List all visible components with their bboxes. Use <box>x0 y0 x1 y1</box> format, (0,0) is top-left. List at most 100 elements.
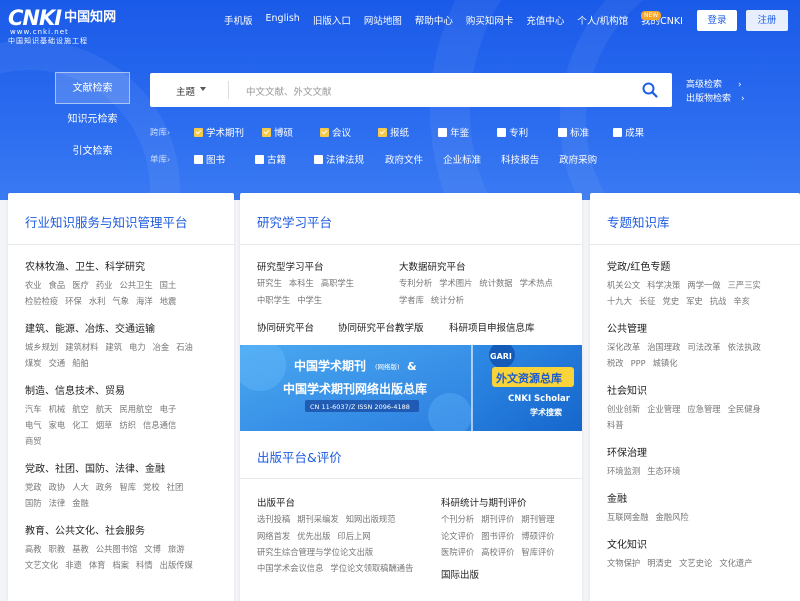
link-item[interactable]: 医疗 <box>72 277 89 293</box>
project-info-link[interactable]: 科研项目申报信息库 <box>449 320 535 334</box>
link-item[interactable]: 国土 <box>160 277 177 293</box>
link-item[interactable]: 司法改革 <box>687 339 720 355</box>
nav-personal-library[interactable]: 个人/机构馆 <box>577 13 628 27</box>
link-item[interactable]: 出版传媒 <box>160 557 193 573</box>
link-item[interactable]: 科情 <box>136 557 153 573</box>
nav-old-version[interactable]: 旧版入口 <box>313 13 351 27</box>
link-item[interactable]: 应急管理 <box>687 401 720 417</box>
link-item[interactable]: 文艺文化 <box>25 557 58 573</box>
link-item[interactable]: PPP <box>631 355 646 371</box>
link-item[interactable]: 中学生 <box>297 295 322 305</box>
checkbox-achievement[interactable]: 成果 <box>613 125 644 139</box>
link-item[interactable]: 抗战 <box>710 293 727 309</box>
link-item[interactable]: 基教 <box>72 541 89 557</box>
link-item[interactable]: 法律 <box>49 495 66 511</box>
link-item[interactable]: 知网出版规范 <box>346 514 396 524</box>
category-title[interactable]: 教育、公共文化、社会服务 <box>25 525 200 539</box>
link-item[interactable]: 研究生 <box>257 278 282 288</box>
link-item[interactable]: 非遗 <box>65 557 82 573</box>
link-item[interactable]: 党政 <box>25 479 42 495</box>
big-data-platform-link[interactable]: 大数据研究平台 <box>399 259 466 273</box>
category-title[interactable]: 文化知识 <box>607 539 760 553</box>
link-item[interactable]: 气象 <box>112 293 129 309</box>
link-item[interactable]: 高校评价 <box>481 547 514 557</box>
link-item[interactable]: 论文评价 <box>441 531 474 541</box>
link-item[interactable]: 党史 <box>663 293 680 309</box>
link-item[interactable]: 社团 <box>167 479 184 495</box>
link-enterprise-std[interactable]: 企业标准 <box>443 152 481 166</box>
link-item[interactable]: 两学一做 <box>687 277 720 293</box>
link-item[interactable]: 职教 <box>49 541 66 557</box>
link-item[interactable]: 十九大 <box>607 293 632 309</box>
link-item[interactable]: 机关公文 <box>607 277 640 293</box>
link-item[interactable]: 公共图书馆 <box>96 541 138 557</box>
category-title[interactable]: 建筑、能源、冶炼、交通运输 <box>25 323 200 337</box>
link-item[interactable]: 汽车 <box>25 401 42 417</box>
link-item[interactable]: 文物保护 <box>607 555 640 571</box>
link-item[interactable]: 智库 <box>119 479 136 495</box>
intl-publish-link[interactable]: 国际出版 <box>441 567 479 581</box>
link-item[interactable]: 城镇化 <box>653 355 678 371</box>
link-item[interactable]: 文艺史论 <box>679 555 712 571</box>
link-item[interactable]: 旅游 <box>168 541 185 557</box>
category-title[interactable]: 制造、信息技术、贸易 <box>25 385 183 399</box>
link-item[interactable]: 船舶 <box>72 355 89 371</box>
link-item[interactable]: 博硕评价 <box>521 531 554 541</box>
category-title[interactable]: 党政/红色专题 <box>607 261 768 275</box>
link-item[interactable]: 个刊分析 <box>441 514 474 524</box>
link-item[interactable]: 学者库 <box>399 295 424 305</box>
checkbox-journal[interactable]: 学术期刊 <box>194 125 244 139</box>
link-item[interactable]: 统计数据 <box>479 278 512 288</box>
checkbox-laws[interactable]: 法律法规 <box>314 152 364 166</box>
link-item[interactable]: 全民健身 <box>728 401 761 417</box>
link-item[interactable]: 建筑 <box>105 339 122 355</box>
link-item[interactable]: 民用航空 <box>119 401 152 417</box>
search-icon[interactable] <box>642 82 658 98</box>
cnki-logo[interactable]: CNKI 中国知网 www.cnki.net 中国知识基础设施工程 <box>8 8 116 46</box>
link-item[interactable]: 电子 <box>160 401 177 417</box>
checkbox-standard[interactable]: 标准 <box>558 125 589 139</box>
nav-english[interactable]: English <box>266 13 300 27</box>
link-item[interactable]: 电力 <box>129 339 146 355</box>
link-item[interactable]: 长征 <box>639 293 656 309</box>
link-item[interactable]: 煤炭 <box>25 355 42 371</box>
link-item[interactable]: 网络首发 <box>257 531 290 541</box>
link-item[interactable]: 农业 <box>25 277 42 293</box>
checkbox-books[interactable]: 图书 <box>194 152 225 166</box>
publication-search-link[interactable]: 出版物检索 › <box>686 92 745 106</box>
link-item[interactable]: 深化改革 <box>607 339 640 355</box>
checkbox-yearbook[interactable]: 年鉴 <box>438 125 469 139</box>
link-item[interactable]: 专利分析 <box>399 278 432 288</box>
link-item[interactable]: 中国学术会议信息 <box>257 563 323 573</box>
link-item[interactable]: 文博 <box>144 541 161 557</box>
link-item[interactable]: 生态环境 <box>647 463 680 479</box>
link-item[interactable]: 金融 <box>72 495 89 511</box>
link-item[interactable]: 中职学生 <box>257 295 290 305</box>
link-item[interactable]: 企业管理 <box>647 401 680 417</box>
link-item[interactable]: 航空 <box>72 401 89 417</box>
link-item[interactable]: 科学决策 <box>647 277 680 293</box>
tab-citation-search[interactable]: 引文检索 <box>55 136 130 168</box>
link-item[interactable]: 党校 <box>143 479 160 495</box>
link-item[interactable]: 家电 <box>49 417 66 433</box>
link-item[interactable]: 医院评价 <box>441 547 474 557</box>
link-item[interactable]: 海洋 <box>136 293 153 309</box>
checkbox-thesis[interactable]: 博硕 <box>262 125 293 139</box>
link-item[interactable]: 税改 <box>607 355 624 371</box>
link-item[interactable]: 政协 <box>49 479 66 495</box>
link-item[interactable]: 交通 <box>49 355 66 371</box>
link-item[interactable]: 期刊评价 <box>481 514 514 524</box>
advanced-search-link[interactable]: 高级检索 › <box>686 78 745 92</box>
nav-buy-card[interactable]: 购买知网卡 <box>466 13 514 27</box>
tab-literature-search[interactable]: 文献检索 <box>55 72 130 104</box>
link-item[interactable]: 军史 <box>686 293 703 309</box>
link-item[interactable]: 水利 <box>89 293 106 309</box>
link-item[interactable]: 人大 <box>72 479 89 495</box>
link-item[interactable]: 依法执政 <box>728 339 761 355</box>
link-item[interactable]: 化工 <box>72 417 89 433</box>
checkbox-patent[interactable]: 专利 <box>497 125 528 139</box>
link-item[interactable]: 统计分析 <box>431 295 464 305</box>
link-item[interactable]: 明清史 <box>647 555 672 571</box>
link-item[interactable]: 电气 <box>25 417 42 433</box>
link-item[interactable]: 创业创新 <box>607 401 640 417</box>
